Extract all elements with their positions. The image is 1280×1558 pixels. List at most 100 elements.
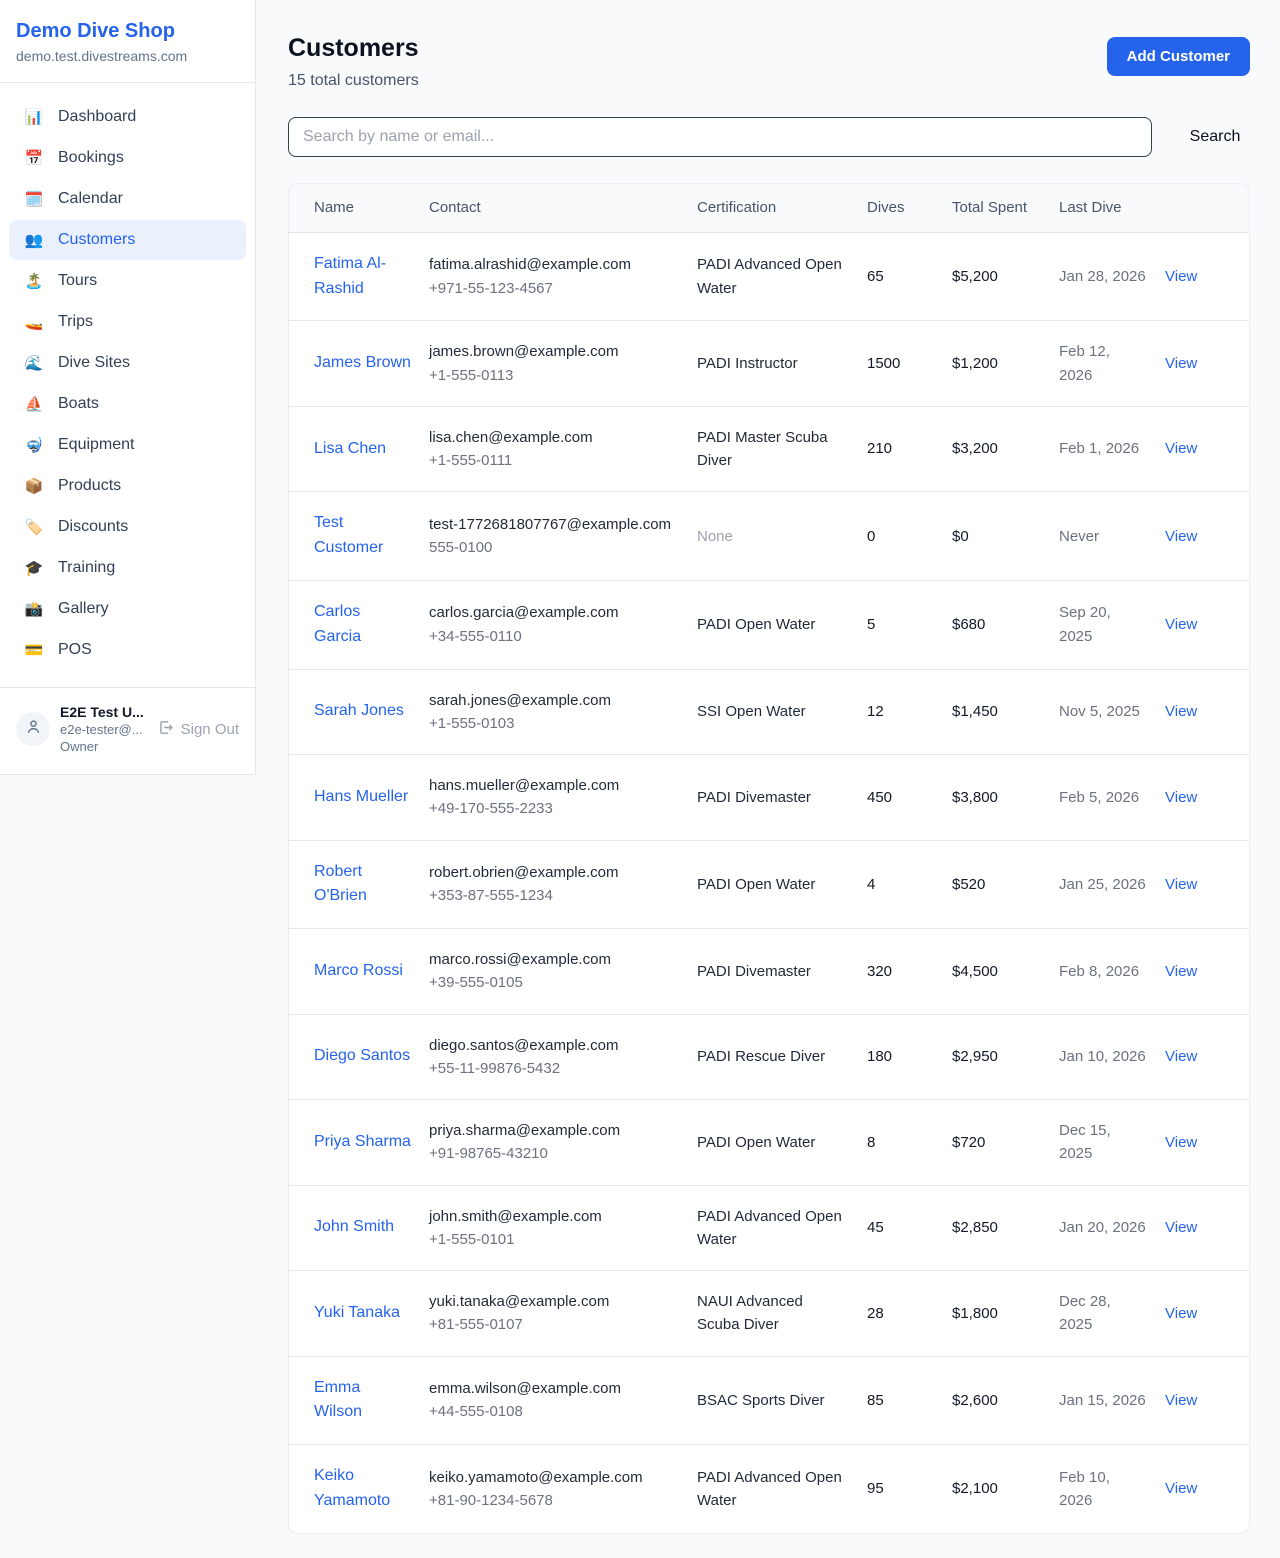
customer-phone: +49-170-555-2233 — [429, 797, 679, 820]
sidebar-item-gallery[interactable]: 📸Gallery — [9, 589, 246, 629]
sidebar-item-customers[interactable]: 👥Customers — [9, 220, 246, 260]
customer-email: emma.wilson@example.com — [429, 1377, 679, 1400]
customer-phone: +353-87-555-1234 — [429, 884, 679, 907]
customer-certification: PADI Rescue Diver — [697, 1048, 825, 1065]
view-link[interactable]: View — [1165, 1480, 1197, 1497]
view-link[interactable]: View — [1165, 355, 1197, 372]
column-header-last-dive: Last Dive — [1059, 184, 1165, 232]
customer-dives: 12 — [867, 703, 884, 720]
table-row: Test Customer test-1772681807767@example.… — [289, 492, 1249, 581]
table-row: Fatima Al-Rashidfatima.alrashid@example.… — [289, 232, 1249, 321]
customer-total-spent: $520 — [952, 876, 985, 893]
customer-name-link[interactable]: Lisa Chen — [314, 440, 386, 457]
table-row: Emma Wilsonemma.wilson@example.com+44-55… — [289, 1356, 1249, 1445]
customer-last-dive: Jan 20, 2026 — [1059, 1219, 1146, 1236]
sidebar-item-calendar[interactable]: 🗓️Calendar — [9, 179, 246, 219]
customer-last-dive: Sep 20, 2025 — [1059, 604, 1111, 644]
view-link[interactable]: View — [1165, 616, 1197, 633]
column-header-contact: Contact — [429, 184, 697, 232]
customer-name-link[interactable]: Priya Sharma — [314, 1133, 411, 1150]
sidebar-item-bookings[interactable]: 📅Bookings — [9, 138, 246, 178]
user-email: e2e-tester@... — [60, 722, 144, 737]
view-link[interactable]: View — [1165, 528, 1197, 545]
customer-name-link[interactable]: Fatima Al-Rashid — [314, 255, 386, 297]
customer-phone: +1-555-0103 — [429, 712, 679, 735]
sidebar-item-equipment[interactable]: 🤿Equipment — [9, 425, 246, 465]
customer-certification: PADI Open Water — [697, 1134, 815, 1151]
customers-table: NameContactCertificationDivesTotal Spent… — [289, 184, 1249, 1533]
view-link[interactable]: View — [1165, 1392, 1197, 1409]
customer-certification: PADI Master Scuba Diver — [697, 429, 828, 469]
customer-name-link[interactable]: Diego Santos — [314, 1047, 410, 1064]
sign-out-label: Sign Out — [181, 721, 239, 738]
customer-dives: 320 — [867, 963, 892, 980]
customer-dives: 95 — [867, 1480, 884, 1497]
equipment-icon: 🤿 — [24, 436, 44, 454]
sidebar-item-pos[interactable]: 💳POS — [9, 630, 246, 670]
sidebar-item-tours[interactable]: 🏝️Tours — [9, 261, 246, 301]
sidebar-item-training[interactable]: 🎓 Training — [9, 548, 246, 588]
search-button[interactable]: Search — [1180, 128, 1250, 146]
sign-out-icon — [157, 719, 174, 740]
user-role: Owner — [60, 739, 144, 754]
customer-phone: +34-555-0110 — [429, 625, 679, 648]
search-input[interactable] — [288, 117, 1152, 157]
search-bar: Search — [288, 117, 1250, 157]
sidebar-item-dive-sites[interactable]: 🌊Dive Sites — [9, 343, 246, 383]
dive-sites-icon: 🌊 — [24, 354, 44, 372]
customer-total-spent: $680 — [952, 616, 985, 633]
customer-dives: 65 — [867, 268, 884, 285]
add-customer-button[interactable]: Add Customer — [1107, 37, 1250, 76]
view-link[interactable]: View — [1165, 963, 1197, 980]
customer-total-spent: $3,800 — [952, 789, 998, 806]
customer-name-link[interactable]: Emma Wilson — [314, 1379, 362, 1421]
view-link[interactable]: View — [1165, 703, 1197, 720]
sidebar-item-label: Training — [58, 559, 115, 577]
table-row: John Smithjohn.smith@example.com+1-555-0… — [289, 1185, 1249, 1271]
customer-name-link[interactable]: Robert O'Brien — [314, 863, 367, 905]
view-link[interactable]: View — [1165, 1048, 1197, 1065]
table-row: Sarah Jonessarah.jones@example.com+1-555… — [289, 669, 1249, 755]
pos-icon: 💳 — [24, 641, 44, 659]
customer-name-link[interactable]: James Brown — [314, 354, 411, 371]
sidebar-item-dashboard[interactable]: 📊Dashboard — [9, 97, 246, 137]
view-link[interactable]: View — [1165, 1305, 1197, 1322]
sidebar-item-label: Customers — [58, 231, 135, 249]
customer-name-link[interactable]: Yuki Tanaka — [314, 1304, 400, 1321]
table-row: Carlos Garciacarlos.garcia@example.com+3… — [289, 580, 1249, 669]
customer-total-spent: $0 — [952, 528, 969, 545]
sidebar-item-label: Bookings — [58, 149, 124, 167]
training-icon: 🎓 — [24, 559, 44, 577]
view-link[interactable]: View — [1165, 876, 1197, 893]
customer-name-link[interactable]: Sarah Jones — [314, 702, 404, 719]
view-link[interactable]: View — [1165, 440, 1197, 457]
sidebar-item-products[interactable]: 📦Products — [9, 466, 246, 506]
customer-last-dive: Feb 10, 2026 — [1059, 1469, 1110, 1509]
customer-last-dive: Feb 5, 2026 — [1059, 789, 1139, 806]
customer-total-spent: $2,850 — [952, 1219, 998, 1236]
customer-email: test-1772681807767@example.com — [429, 513, 679, 536]
customer-total-spent: $1,200 — [952, 355, 998, 372]
view-link[interactable]: View — [1165, 1134, 1197, 1151]
view-link[interactable]: View — [1165, 789, 1197, 806]
sidebar-item-boats[interactable]: ⛵Boats — [9, 384, 246, 424]
table-row: Yuki Tanakayuki.tanaka@example.com+81-55… — [289, 1271, 1249, 1357]
customer-name-link[interactable]: Hans Mueller — [314, 788, 408, 805]
products-icon: 📦 — [24, 477, 44, 495]
sidebar-item-trips[interactable]: 🚤Trips — [9, 302, 246, 342]
customer-name-link[interactable]: Marco Rossi — [314, 962, 403, 979]
customer-name-link[interactable]: John Smith — [314, 1218, 394, 1235]
sidebar-item-label: Dashboard — [58, 108, 136, 126]
view-link[interactable]: View — [1165, 268, 1197, 285]
customer-dives: 28 — [867, 1305, 884, 1322]
customer-last-dive: Nov 5, 2025 — [1059, 703, 1140, 720]
customer-dives: 4 — [867, 876, 875, 893]
customer-name-link[interactable]: Keiko Yamamoto — [314, 1467, 390, 1509]
sign-out-button[interactable]: Sign Out — [157, 719, 239, 740]
customer-name-link[interactable]: Carlos Garcia — [314, 603, 361, 645]
sidebar-item-discounts[interactable]: 🏷️Discounts — [9, 507, 246, 547]
shop-name: Demo Dive Shop — [16, 20, 239, 43]
view-link[interactable]: View — [1165, 1219, 1197, 1236]
customer-count: 15 total customers — [288, 72, 419, 90]
customer-name-link[interactable]: Test Customer — [314, 514, 383, 556]
